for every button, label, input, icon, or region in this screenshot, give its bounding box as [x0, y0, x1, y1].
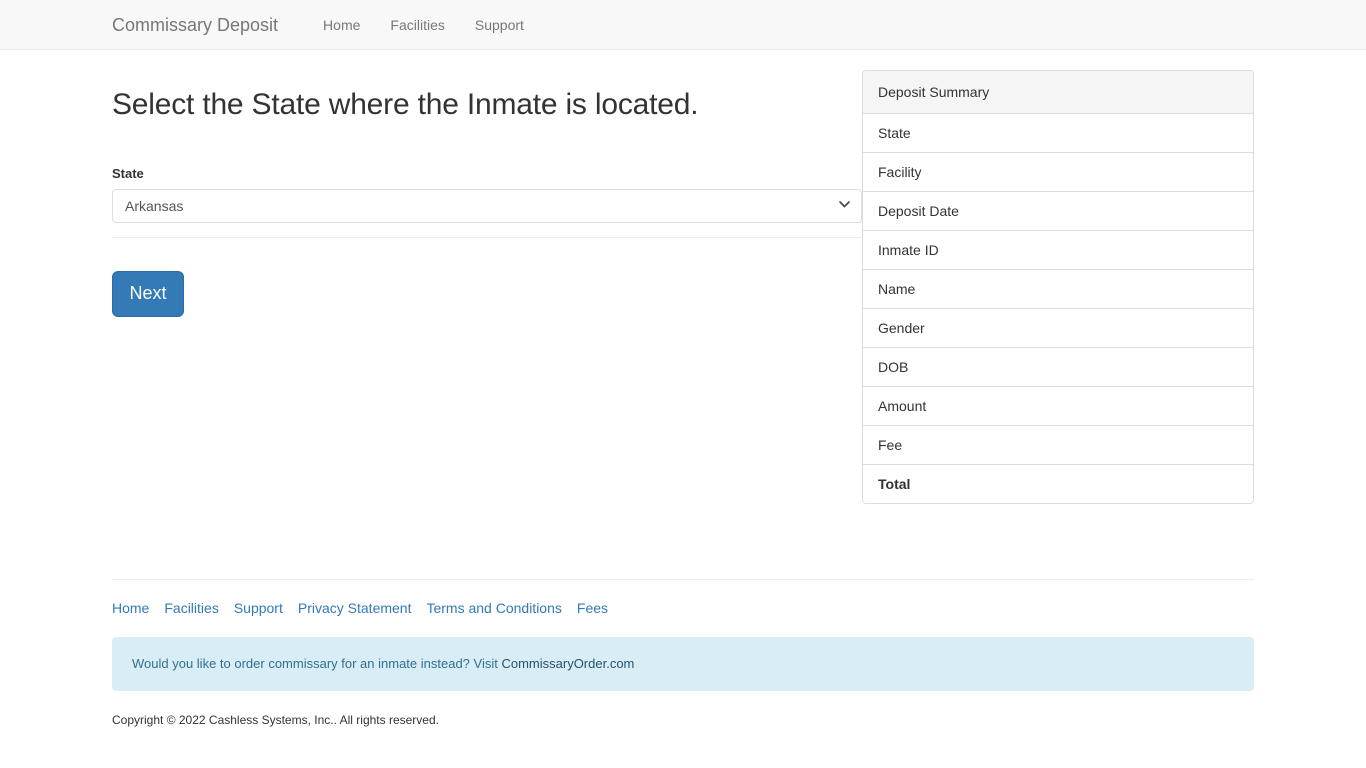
- summary-row-gender: Gender: [863, 309, 1253, 348]
- deposit-summary-panel: Deposit Summary State Facility Deposit D…: [862, 70, 1254, 504]
- footer-link-home[interactable]: Home: [112, 598, 149, 618]
- navbar-links: Home Facilities Support: [308, 15, 539, 35]
- summary-row-facility: Facility: [863, 153, 1253, 192]
- footer-link-facilities[interactable]: Facilities: [164, 598, 218, 618]
- commissary-order-link[interactable]: CommissaryOrder.com: [501, 656, 634, 671]
- alert-message-text: Would you like to order commissary for a…: [132, 656, 502, 671]
- state-form-group: State Arkansas: [112, 166, 862, 223]
- copyright-text: Copyright © 2022 Cashless Systems, Inc..…: [112, 713, 439, 727]
- state-select[interactable]: Arkansas: [112, 189, 862, 223]
- footer-link-fees[interactable]: Fees: [577, 598, 608, 618]
- deposit-summary-list: State Facility Deposit Date Inmate ID Na…: [863, 114, 1253, 503]
- summary-row-amount: Amount: [863, 387, 1253, 426]
- summary-row-state: State: [863, 114, 1253, 153]
- footer-divider: [112, 579, 1254, 580]
- page-title: Select the State where the Inmate is loc…: [112, 88, 699, 121]
- state-label: State: [112, 166, 144, 181]
- summary-row-total: Total: [863, 465, 1253, 503]
- top-navbar: Commissary Deposit Home Facilities Suppo…: [0, 0, 1366, 50]
- nav-item-support[interactable]: Support: [460, 15, 539, 35]
- summary-row-dob: DOB: [863, 348, 1253, 387]
- summary-row-name: Name: [863, 270, 1253, 309]
- main-column: Select the State where the Inmate is loc…: [112, 50, 862, 317]
- nav-item-home[interactable]: Home: [308, 15, 375, 35]
- footer-link-support[interactable]: Support: [234, 598, 283, 618]
- deposit-summary-heading: Deposit Summary: [863, 71, 1253, 114]
- content-row: Select the State where the Inmate is loc…: [112, 50, 1254, 504]
- state-select-wrapper: Arkansas: [112, 189, 862, 223]
- next-button[interactable]: Next: [112, 271, 184, 317]
- nav-item-facilities[interactable]: Facilities: [375, 15, 459, 35]
- summary-row-deposit-date: Deposit Date: [863, 192, 1253, 231]
- form-divider: [112, 237, 862, 238]
- page-footer: Home Facilities Support Privacy Statemen…: [0, 579, 1366, 729]
- summary-row-fee: Fee: [863, 426, 1253, 465]
- footer-links: Home Facilities Support Privacy Statemen…: [112, 598, 1254, 618]
- footer-link-terms-and-conditions[interactable]: Terms and Conditions: [426, 598, 561, 618]
- summary-column: Deposit Summary State Facility Deposit D…: [862, 50, 1254, 504]
- summary-row-inmate-id: Inmate ID: [863, 231, 1253, 270]
- commissary-order-alert: Would you like to order commissary for a…: [112, 637, 1254, 691]
- navbar-brand[interactable]: Commissary Deposit: [112, 15, 278, 35]
- footer-link-privacy-statement[interactable]: Privacy Statement: [298, 598, 412, 618]
- page-container: Select the State where the Inmate is loc…: [0, 50, 1366, 727]
